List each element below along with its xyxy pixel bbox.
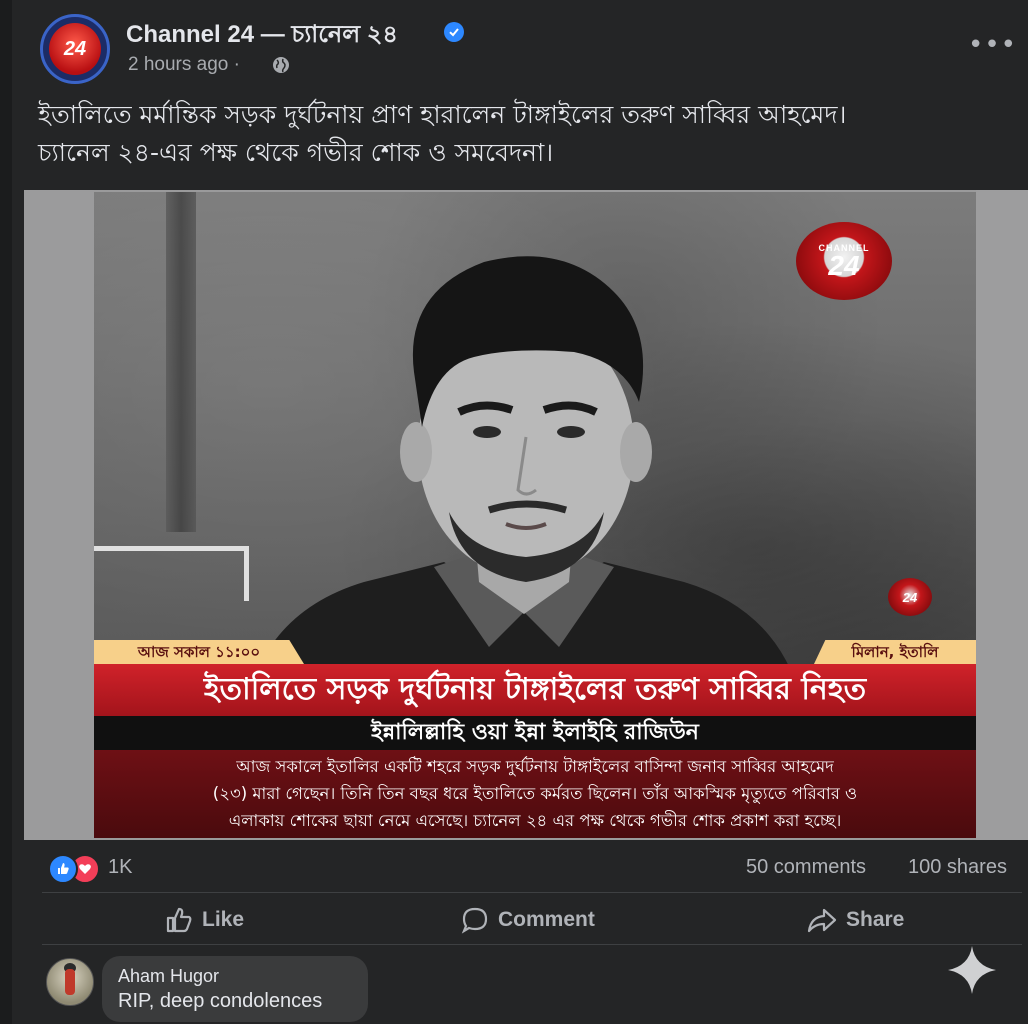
comment-text: RIP, deep condolences bbox=[118, 990, 323, 1012]
page-name-link[interactable]: Channel 24 — চ্যানেল ২৪ bbox=[126, 16, 398, 56]
channel24-logo: CHANNEL 24 bbox=[796, 222, 892, 300]
news-body-line: আজ সকালে ইতালির একটি শহরে সড়ক দুর্ঘটনায… bbox=[236, 757, 834, 776]
sparkle-icon bbox=[948, 946, 996, 994]
news-subline: ইন্নালিল্লাহি ওয়া ইন্না ইলাইহি রাজিউন bbox=[94, 716, 976, 750]
more-options-icon[interactable]: ••• bbox=[968, 30, 1016, 60]
news-headline: ইতালিতে সড়ক দুর্ঘটনায় টাঙ্গাইলের তরুণ … bbox=[94, 664, 976, 716]
divider bbox=[42, 944, 1022, 945]
caption-line: ইতালিতে মর্মান্তিক সড়ক দুর্ঘটনায় প্রাণ… bbox=[38, 100, 847, 129]
logo-number: 24 bbox=[828, 250, 860, 281]
goal-post bbox=[94, 546, 249, 601]
caption-line: চ্যানেল ২৪-এর পক্ষ থেকে গভীর শোক ও সমবেদ… bbox=[38, 138, 554, 167]
like-icon bbox=[166, 907, 192, 933]
comment-button[interactable]: Comment bbox=[460, 900, 595, 940]
share-label: Share bbox=[846, 908, 905, 931]
feed-edge bbox=[0, 0, 12, 1024]
comments-count-link[interactable]: 50 comments bbox=[746, 856, 866, 879]
divider bbox=[42, 892, 1022, 893]
time-tag: আজ সকাল ১১:০০ bbox=[94, 640, 304, 664]
commenter-avatar[interactable] bbox=[46, 958, 94, 1006]
share-icon bbox=[807, 908, 837, 933]
facebook-post: 24 Channel 24 — চ্যানেল ২৪ 2 hours ago ·… bbox=[0, 0, 1028, 1024]
globe-icon bbox=[273, 57, 289, 73]
tree-trunk bbox=[166, 192, 196, 532]
commenter-name[interactable]: Aham Hugor bbox=[118, 966, 219, 987]
comment-icon bbox=[461, 907, 488, 934]
share-button[interactable]: Share bbox=[806, 900, 904, 940]
channel24-watermark: 24 bbox=[888, 578, 932, 616]
media-letterbox-left bbox=[24, 190, 94, 840]
post-caption: ইতালিতে মর্মান্তিক সড়ক দুর্ঘটনায় প্রাণ… bbox=[38, 96, 998, 172]
avatar-logo: 24 bbox=[49, 23, 101, 75]
shares-count-link[interactable]: 100 shares bbox=[908, 856, 1007, 879]
media-letterbox-right bbox=[976, 190, 1028, 840]
reaction-count[interactable]: 1K bbox=[108, 856, 132, 879]
avatar-figure-body bbox=[65, 969, 75, 995]
news-body-line: এলাকায় শোকের ছায়া নেমে এসেছে। চ্যানেল … bbox=[228, 811, 842, 830]
like-button[interactable]: Like bbox=[164, 900, 244, 940]
like-reaction-icon[interactable] bbox=[48, 854, 78, 884]
news-body-line: (২৩) মারা গেছেন। তিনি তিন বছর ধরে ইতালিত… bbox=[212, 784, 858, 803]
comment-label: Comment bbox=[498, 908, 595, 931]
person-photo bbox=[244, 256, 804, 712]
page-avatar[interactable]: 24 bbox=[40, 14, 110, 84]
post-timestamp[interactable]: 2 hours ago · bbox=[128, 54, 240, 76]
like-label: Like bbox=[202, 908, 245, 931]
place-tag: মিলান, ইতালি bbox=[814, 640, 976, 664]
news-body: আজ সকালে ইতালির একটি শহরে সড়ক দুর্ঘটনায… bbox=[94, 750, 976, 838]
verified-badge-icon bbox=[444, 22, 464, 42]
